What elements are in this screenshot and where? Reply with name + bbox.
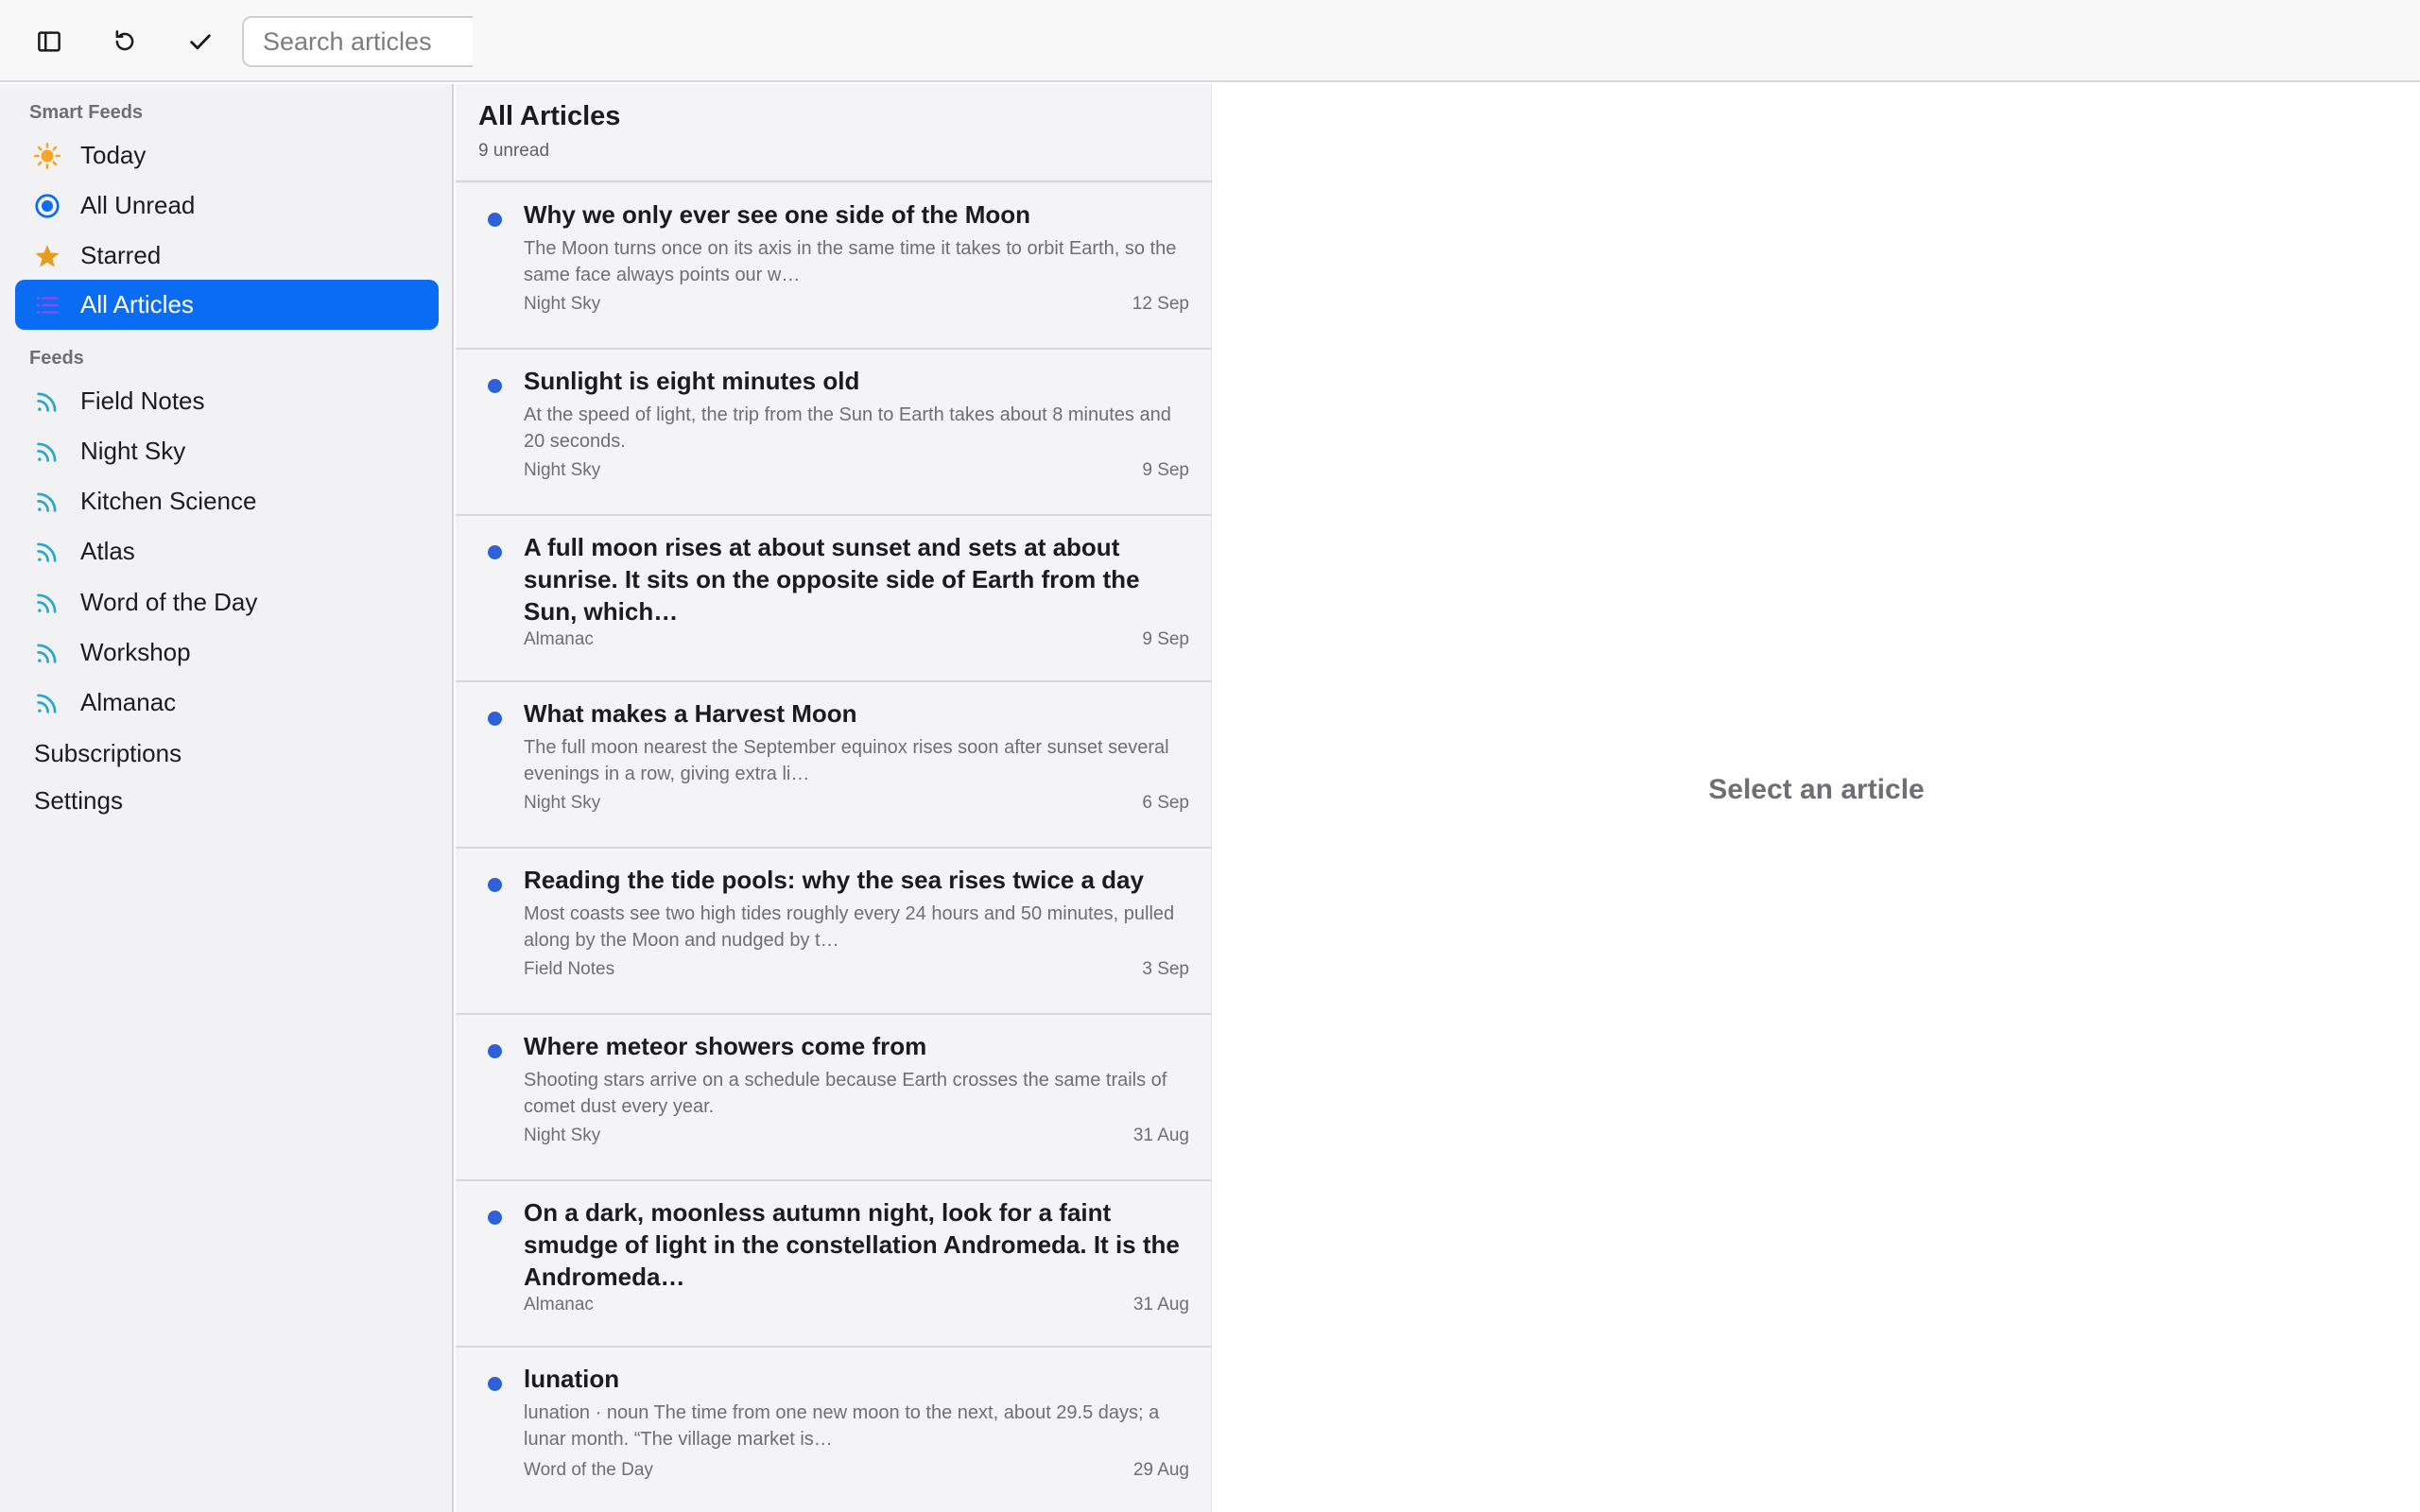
sidebar-item-field-notes[interactable]: Field Notes — [15, 376, 439, 426]
rss-icon — [32, 387, 62, 417]
article-title: lunation — [524, 1365, 620, 1393]
rss-icon — [32, 437, 62, 467]
sidebar: Smart Feeds Today All Unread Starred All… — [0, 84, 454, 1512]
article-row[interactable]: lunation lunation · noun The time from o… — [456, 1348, 1212, 1512]
article-date: 9 Sep — [1142, 629, 1189, 649]
article-source: Night Sky — [524, 1125, 601, 1145]
mark-all-read-button[interactable] — [178, 19, 223, 64]
article-source: Night Sky — [524, 294, 601, 314]
unread-dot-icon — [488, 213, 502, 227]
article-snippet: lunation · noun The time from one new mo… — [524, 1402, 1160, 1450]
article-title: Why we only ever see one side of the Moo… — [524, 200, 1030, 229]
sidebar-item-starred[interactable]: Starred — [15, 231, 439, 281]
article-source: Night Sky — [524, 793, 601, 813]
star-icon — [32, 241, 62, 271]
article-snippet: At the speed of light, the trip from the… — [524, 404, 1171, 452]
article-source: Field Notes — [524, 959, 615, 979]
sidebar-item-label: Today — [80, 141, 147, 169]
article-row[interactable]: Reading the tide pools: why the sea rise… — [456, 849, 1212, 1015]
sidebar-item-label: Atlas — [80, 537, 135, 565]
article-title: A full moon rises at about sunset and se… — [524, 533, 1140, 626]
sidebar-item-label: Starred — [80, 241, 162, 269]
settings-link[interactable]: Settings — [34, 786, 123, 816]
search-input[interactable] — [242, 16, 473, 67]
article-source: Night Sky — [524, 460, 601, 480]
refresh-icon — [115, 30, 134, 51]
article-snippet: The full moon nearest the September equi… — [524, 737, 1169, 784]
radio-dot-icon — [32, 191, 62, 221]
sidebar-item-today[interactable]: Today — [15, 130, 439, 180]
article-date: 31 Aug — [1132, 1125, 1189, 1145]
article-date: 31 Aug — [1132, 1295, 1189, 1314]
rss-icon — [32, 588, 62, 618]
article-title: Where meteor showers come from — [524, 1032, 927, 1060]
article-list: All Articles 9 unread Why we only ever s… — [456, 84, 1212, 1512]
list-title: All Articles — [478, 101, 621, 131]
article-source: Almanac — [524, 1295, 594, 1314]
sidebar-item-night-sky[interactable]: Night Sky — [15, 426, 439, 476]
sidebar-item-label: Almanac — [80, 688, 177, 716]
sidebar-toggle-icon — [38, 31, 60, 52]
sidebar-item-label: Kitchen Science — [80, 487, 257, 515]
article-title: Sunlight is eight minutes old — [524, 367, 860, 395]
sidebar-item-atlas[interactable]: Atlas — [15, 526, 439, 576]
unread-dot-icon — [488, 379, 502, 393]
article-snippet: Most coasts see two high tides roughly e… — [524, 903, 1175, 951]
article-source: Word of the Day — [524, 1460, 653, 1480]
unread-dot-icon — [488, 1044, 502, 1058]
article-row[interactable]: Why we only ever see one side of the Moo… — [456, 183, 1212, 350]
sidebar-item-kitchen-science[interactable]: Kitchen Science — [15, 476, 439, 526]
article-row[interactable]: Sunlight is eight minutes old At the spe… — [456, 350, 1212, 516]
unread-dot-icon — [488, 1211, 502, 1225]
sun-icon — [32, 141, 62, 171]
sidebar-item-word-of-the-day[interactable]: Word of the Day — [15, 577, 439, 627]
rss-icon — [32, 688, 62, 718]
sidebar-item-workshop[interactable]: Workshop — [15, 627, 439, 678]
article-title: What makes a Harvest Moon — [524, 699, 857, 728]
rss-icon — [32, 487, 62, 517]
app-window: Smart Feeds Today All Unread — [0, 0, 2420, 1512]
empty-state-message: Select an article — [1708, 774, 1925, 805]
rss-icon — [32, 638, 62, 668]
article-date: 6 Sep — [1142, 793, 1189, 813]
unread-dot-icon — [488, 878, 502, 892]
sidebar-toggle-button[interactable] — [26, 19, 72, 64]
toolbar — [0, 0, 2420, 82]
article-row[interactable]: A full moon rises at about sunset and se… — [456, 516, 1212, 682]
sidebar-item-almanac[interactable]: Almanac — [15, 678, 439, 728]
article-row[interactable]: On a dark, moonless autumn night, look f… — [456, 1181, 1212, 1348]
article-date: 12 Sep — [1132, 294, 1189, 314]
article-title: Reading the tide pools: why the sea rise… — [524, 866, 1144, 894]
sidebar-item-label: Word of the Day — [80, 588, 258, 616]
article-row[interactable]: What makes a Harvest Moon The full moon … — [456, 682, 1212, 849]
article-title: On a dark, moonless autumn night, look f… — [524, 1198, 1180, 1291]
sidebar-item-all-unread[interactable]: All Unread — [15, 180, 439, 231]
subscriptions-link[interactable]: Subscriptions — [34, 739, 182, 768]
list-icon — [32, 290, 62, 320]
article-date: 9 Sep — [1142, 460, 1189, 480]
sidebar-item-all-articles[interactable]: All Articles — [15, 280, 439, 330]
unread-dot-icon — [488, 1377, 502, 1391]
sidebar-item-label: Workshop — [80, 638, 191, 666]
article-snippet: Shooting stars arrive on a schedule beca… — [524, 1070, 1167, 1117]
refresh-button[interactable] — [102, 19, 147, 64]
rss-icon — [32, 537, 62, 567]
sidebar-item-label: All Articles — [80, 290, 194, 318]
feeds-header: Feeds — [29, 348, 84, 369]
list-header: All Articles 9 unread — [456, 84, 1212, 182]
article-snippet: The Moon turns once on its axis in the s… — [524, 238, 1177, 285]
article-date: 29 Aug — [1132, 1460, 1189, 1480]
article-date: 3 Sep — [1142, 959, 1189, 979]
article-source: Almanac — [524, 629, 594, 649]
sidebar-item-label: Field Notes — [80, 387, 205, 415]
article-row[interactable]: Where meteor showers come from Shooting … — [456, 1015, 1212, 1181]
sidebar-item-label: Night Sky — [80, 437, 186, 465]
checkmark-icon — [190, 34, 211, 50]
article-detail-pane: Select an article — [1213, 84, 2420, 1512]
sidebar-item-label: All Unread — [80, 191, 196, 219]
unread-count: 9 unread — [478, 141, 550, 161]
unread-dot-icon — [488, 712, 502, 726]
smart-feeds-header: Smart Feeds — [29, 102, 144, 123]
unread-dot-icon — [488, 545, 502, 559]
